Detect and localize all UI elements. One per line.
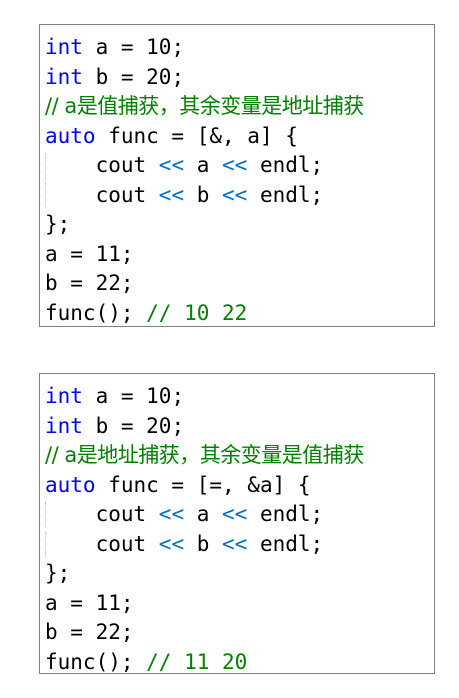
indent-guide [45,182,46,208]
code-line: // a是值捕获，其余变量是地址捕获 [45,92,434,122]
code-token: a = 11; [45,590,134,615]
code-line: cout << a << endl; [45,151,434,181]
operator-token: << [158,153,185,177]
code-token: a [184,153,223,177]
indent-guide [45,153,46,179]
code-line: int a = 10; [45,33,434,63]
operator-token: << [222,531,248,556]
code-line: cout << b << endl; [45,530,434,560]
comment-token: // 10 22 [146,300,248,325]
operator-token: << [222,153,248,177]
comment-token: // a是地址捕获，其余变量是值捕获 [45,443,364,467]
code-line: auto func = [&, a] { [45,122,434,152]
code-line: // a是地址捕获，其余变量是值捕获 [45,441,434,471]
code-token: b = 22; [45,271,134,295]
code-snippet-capture-by-reference: int a = 10; int b = 20;// a是地址捕获，其余变量是值捕获… [39,373,435,674]
code-line: a = 11; [45,589,434,619]
code-token: endl; [247,182,324,207]
code-line: cout << b << endl; [45,181,434,211]
code-line: int b = 20; [45,63,434,93]
code-token: endl; [247,153,324,177]
code-line: func(); // 11 20 [45,648,434,678]
code-token: }; [45,561,71,585]
code-token: a = 10; [82,384,185,408]
indent-guide [45,531,46,557]
comment-token: // 11 20 [146,649,248,674]
keyword-token: int [45,64,83,89]
code-token: a = 11; [45,241,134,266]
code-token: b = 22; [45,620,134,644]
code-line: int b = 20; [45,412,434,442]
code-token: endl; [247,502,324,526]
code-token: func(); [45,649,147,674]
code-token: a = 10; [82,35,185,59]
keyword-token: int [45,413,83,438]
keyword-token: int [45,35,83,59]
code-snippet-capture-by-value: int a = 10; int b = 20;// a是值捕获，其余变量是地址捕获… [39,24,435,327]
code-token: func = [&, a] { [95,123,298,148]
code-line: }; [45,210,434,240]
code-token: b = 20; [82,64,185,89]
code-line: cout << a << endl; [45,500,434,530]
code-line: a = 11; [45,240,434,270]
code-line: int a = 10; [45,382,434,412]
code-line: b = 22; [45,618,434,648]
code-token: cout [45,502,159,526]
code-token: b [184,531,223,556]
indent-guide [45,502,46,528]
operator-token: << [158,502,185,526]
operator-token: << [158,531,185,556]
code-line: func(); // 10 22 [45,299,434,329]
code-token: cout [45,182,159,207]
code-token: }; [45,212,71,236]
code-token: endl; [247,531,324,556]
code-token: func = [=, &a] { [95,472,311,497]
code-token: a [184,502,223,526]
code-line: }; [45,559,434,589]
code-line: b = 22; [45,269,434,299]
code-line: auto func = [=, &a] { [45,471,434,501]
code-token: func(); [45,300,147,325]
code-token: cout [45,153,159,177]
operator-token: << [222,502,248,526]
comment-token: // a是值捕获，其余变量是地址捕获 [45,94,364,118]
operator-token: << [222,182,248,207]
code-token: b = 20; [82,413,185,438]
keyword-token: auto [45,123,96,148]
operator-token: << [158,182,185,207]
keyword-token: auto [45,472,96,497]
code-token: b [184,182,223,207]
code-token: cout [45,531,159,556]
keyword-token: int [45,384,83,408]
